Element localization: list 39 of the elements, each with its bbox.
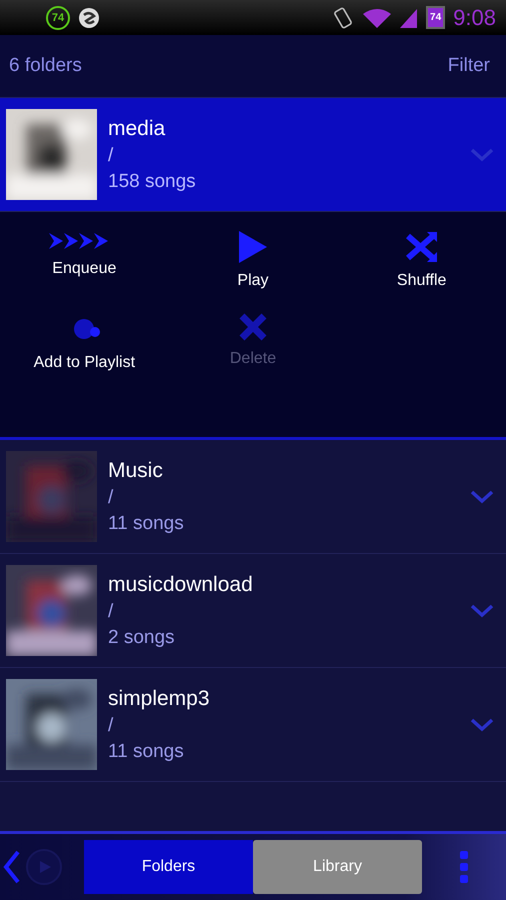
folder-path: / — [108, 486, 114, 508]
chevron-down-icon[interactable] — [470, 148, 494, 162]
play-icon — [236, 230, 269, 264]
tab[interactable]: Folders — [84, 840, 253, 894]
filter-button[interactable]: Filter — [448, 55, 490, 77]
folder-count: 6 folders — [9, 55, 82, 77]
clock: 9:08 — [453, 4, 496, 30]
tab[interactable]: Library — [253, 840, 422, 894]
folder-row[interactable]: Music / 11 songs — [0, 440, 506, 554]
song-count: 11 songs — [108, 740, 185, 762]
folder-name: Music — [108, 458, 164, 482]
folder-path: / — [108, 600, 114, 622]
battery-icon: 74 — [426, 6, 446, 29]
chevron-down-icon[interactable] — [470, 718, 494, 732]
song-count: 2 songs — [108, 626, 176, 648]
chevron-down-icon[interactable] — [470, 604, 494, 618]
song-count: 11 songs — [108, 512, 185, 534]
shuffle-icon — [404, 230, 439, 264]
circle-logo-icon — [78, 6, 100, 28]
folder-name: musicdownload — [108, 572, 254, 596]
close-icon — [238, 312, 268, 342]
menu-item[interactable]: Shuffle — [396, 230, 446, 290]
phone-vibrate-icon — [332, 6, 354, 30]
wifi-icon — [362, 6, 392, 28]
folder-row[interactable]: musicdownload / 2 songs — [0, 554, 506, 668]
signal-icon — [400, 6, 418, 28]
folder-name: simplemp3 — [108, 686, 211, 710]
song-count: 158 songs — [108, 170, 197, 192]
folder-row[interactable]: media / 158 songs — [0, 98, 506, 212]
menu-item[interactable]: Enqueue — [46, 230, 122, 290]
folder-name: media — [108, 116, 166, 140]
menu-item[interactable]: Play — [236, 230, 269, 290]
chevron-down-icon[interactable] — [470, 490, 494, 504]
more-icon[interactable] — [458, 850, 470, 884]
notification-badge: 74 — [46, 6, 70, 30]
folder-path: / — [108, 144, 114, 166]
folder-row[interactable]: simplemp3 / 11 songs — [0, 668, 506, 782]
folder-path: / — [108, 714, 114, 736]
menu-item[interactable]: Add to Playlist — [34, 312, 136, 372]
